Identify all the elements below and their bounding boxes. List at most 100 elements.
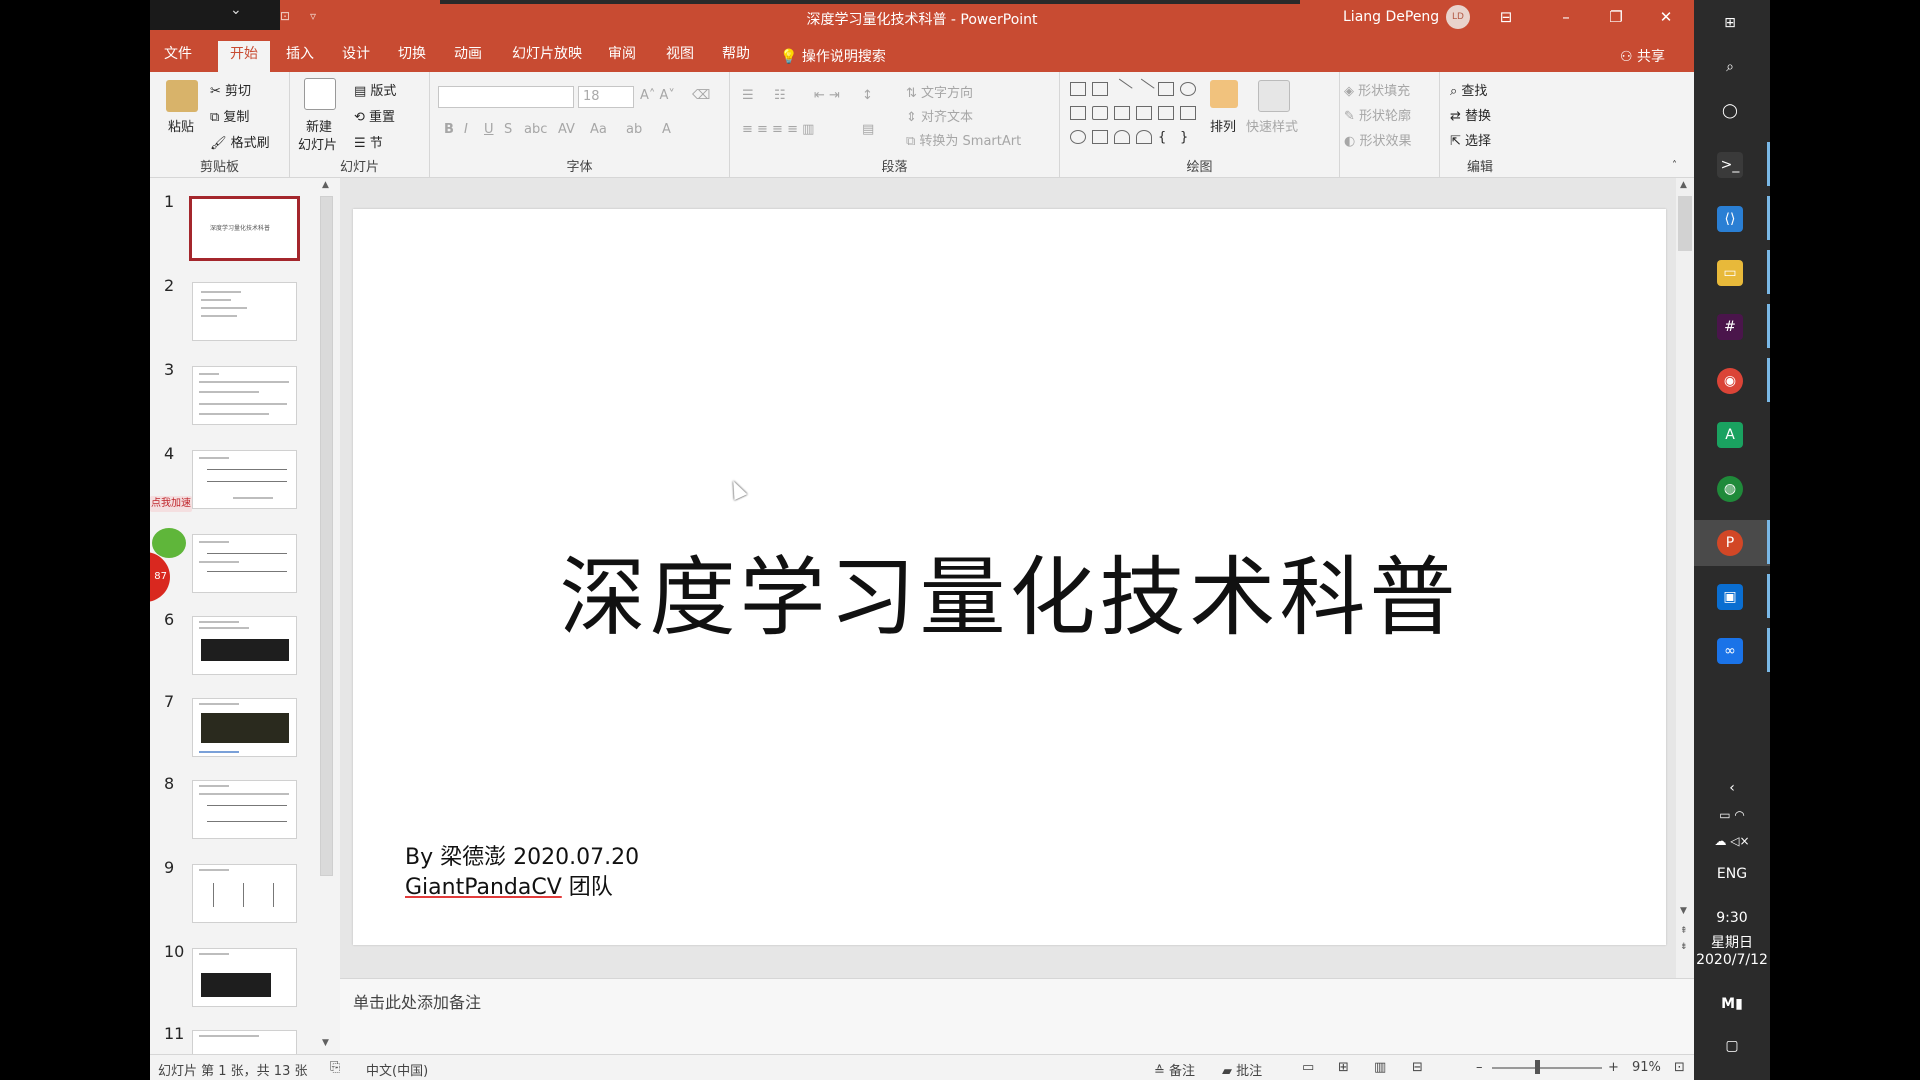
section-button[interactable]: ☰ 节 (354, 132, 383, 151)
baidu-netdisk-icon[interactable]: ∞ (1717, 638, 1743, 664)
tab-view[interactable]: 视图 (654, 41, 706, 72)
tab-home[interactable]: 开始 (218, 41, 270, 72)
zoom-slider[interactable] (1492, 1067, 1602, 1069)
share-button[interactable]: ⚇ 共享 (1620, 46, 1665, 66)
new-slide-dropdown[interactable]: 幻灯片 (298, 134, 337, 153)
ribbon-display-icon[interactable]: ⊟ (1486, 4, 1526, 30)
slide-team-line[interactable]: GiantPandaCV 团队 (405, 869, 613, 901)
avatar[interactable]: LD (1446, 5, 1470, 29)
quick-styles-icon[interactable] (1258, 80, 1290, 112)
thumbnail-slide-2[interactable] (192, 282, 297, 341)
language-indicator[interactable]: 中文(中国) (366, 1060, 428, 1079)
clear-format-icon[interactable]: ⌫ (692, 88, 710, 103)
app-icon[interactable]: ◍ (1717, 476, 1743, 502)
indent-icon[interactable]: ⇤ ⇥ (814, 88, 840, 103)
input-language[interactable]: ENG (1694, 866, 1770, 882)
underline-icon[interactable]: U (484, 122, 494, 137)
highlight-icon[interactable]: ab (626, 122, 642, 137)
zoom-level[interactable]: 91% (1632, 1060, 1661, 1075)
clock-time[interactable]: 9:30 (1694, 910, 1770, 926)
remote-desktop-icon[interactable]: ▣ (1717, 584, 1743, 610)
strikethrough-icon[interactable]: abc (524, 122, 547, 137)
paste-icon[interactable] (166, 80, 198, 112)
tab-transitions[interactable]: 切换 (386, 41, 438, 72)
thumbnail-slide-1[interactable]: 深度学习量化技术科普 (189, 196, 300, 261)
find-button[interactable]: ⌕ 查找 (1450, 80, 1487, 99)
network-icon[interactable]: ▭ ◠ (1694, 808, 1770, 822)
tab-help[interactable]: 帮助 (710, 41, 762, 72)
volume-mute-icon[interactable]: ☁ ◁× (1694, 834, 1770, 848)
smartart-button[interactable]: ⧉ 转换为 SmartArt (906, 130, 1021, 149)
promo-badge[interactable]: 点我加速 (150, 496, 192, 512)
zoom-slider-knob[interactable] (1535, 1060, 1540, 1074)
font-color-icon[interactable]: A (662, 122, 671, 137)
select-button[interactable]: ⇱ 选择 (1450, 130, 1491, 149)
bold-icon[interactable]: B (444, 122, 454, 137)
slide-title[interactable]: 深度学习量化技术科普 (353, 527, 1666, 652)
current-slide[interactable]: 深度学习量化技术科普 By 梁德澎 2020.07.20 GiantPandaC… (353, 209, 1666, 945)
line-spacing-icon[interactable]: ↕ (862, 88, 873, 103)
normal-view-icon[interactable]: ▭ (1302, 1060, 1314, 1075)
shape-fill-button[interactable]: ◈ 形状填充 (1344, 80, 1410, 99)
thumbnail-slide-9[interactable] (192, 864, 297, 923)
chrome-icon[interactable]: ◉ (1717, 368, 1743, 394)
chevron-down-icon[interactable]: ⌄ (230, 2, 242, 18)
powerpoint-icon[interactable]: P (1717, 530, 1743, 556)
windows-icon[interactable]: ⊞ (1717, 10, 1743, 36)
text-direction-button[interactable]: ⇅ 文字方向 (906, 82, 973, 101)
shape-effects-button[interactable]: ◐ 形状效果 (1344, 130, 1412, 149)
copy-button[interactable]: ⧉ 复制 (210, 106, 249, 125)
thumbnail-slide-3[interactable] (192, 366, 297, 425)
spell-check-icon[interactable]: ⎘ (330, 1060, 340, 1075)
cut-button[interactable]: ✂ 剪切 (210, 80, 251, 99)
thumbnail-slide-5[interactable] (192, 534, 297, 593)
tab-insert[interactable]: 插入 (274, 41, 326, 72)
thumbnail-slide-10[interactable] (192, 948, 297, 1007)
tell-me-search[interactable]: 💡 操作说明搜索 (780, 46, 886, 66)
italic-icon[interactable]: I (464, 122, 468, 137)
slide-scrollbar[interactable]: ▲ ▼ ⇞ ⇟ (1676, 178, 1694, 978)
markdown-app-icon[interactable]: M▮ (1694, 996, 1770, 1012)
restore-icon[interactable]: ❐ (1596, 4, 1636, 30)
shape-outline-button[interactable]: ✎ 形状轮廓 (1344, 105, 1411, 124)
grow-font-icon[interactable]: A˄ A˅ (640, 88, 675, 103)
arrange-icon[interactable] (1210, 80, 1238, 108)
new-slide-label[interactable]: 新建 (306, 116, 332, 135)
tab-review[interactable]: 审阅 (596, 41, 648, 72)
comments-toggle[interactable]: ▰ 批注 (1222, 1060, 1262, 1079)
layout-button[interactable]: ▤ 版式 (354, 80, 396, 99)
customize-qat-icon[interactable]: ▿ (310, 9, 316, 23)
reset-button[interactable]: ⟲ 重置 (354, 106, 395, 125)
search-icon[interactable]: ⌕ (1717, 54, 1743, 80)
slideshow-icon[interactable]: ⊟ (1412, 1060, 1423, 1075)
notes-toggle[interactable]: ≙ 备注 (1154, 1060, 1195, 1079)
file-explorer-icon[interactable]: ▭ (1717, 260, 1743, 286)
fit-slide-icon[interactable]: ⊡ (1674, 1060, 1685, 1075)
format-painter-button[interactable]: 🖌 格式刷 (210, 132, 270, 151)
align-icons[interactable]: ≡ ≡ ≡ ≡ ▥ (742, 122, 814, 137)
columns-icon[interactable]: ▤ (862, 122, 874, 137)
tab-file[interactable]: 文件 (152, 41, 204, 72)
collapse-ribbon-icon[interactable]: ˄ (1672, 160, 1677, 171)
notes-pane[interactable]: 单击此处添加备注 (340, 978, 1694, 1054)
tab-slideshow[interactable]: 幻灯片放映 (500, 41, 594, 72)
numbering-icon[interactable]: ☷ (774, 88, 786, 103)
thumbnail-slide-4[interactable] (192, 450, 297, 509)
slack-icon[interactable]: # (1717, 314, 1743, 340)
previous-slide-icon[interactable]: ⇞ (1680, 926, 1688, 936)
clock-weekday[interactable]: 星期日 (1694, 932, 1770, 952)
font-name-field[interactable] (438, 86, 574, 108)
cortana-icon[interactable]: ◯ (1717, 98, 1743, 124)
chevron-left-icon[interactable]: ‹ (1694, 780, 1770, 796)
quick-styles-button[interactable]: 快速样式 (1246, 116, 1298, 135)
tab-animations[interactable]: 动画 (442, 41, 494, 72)
thumbnail-slide-6[interactable] (192, 616, 297, 675)
pdf-icon[interactable]: A (1717, 422, 1743, 448)
minimize-icon[interactable]: – (1546, 4, 1586, 30)
terminal-icon[interactable]: >_ (1717, 152, 1743, 178)
font-size-field[interactable]: 18 (578, 86, 634, 108)
clock-date[interactable]: 2020/7/12 (1694, 952, 1770, 968)
replace-button[interactable]: ⇄ 替换 (1450, 105, 1491, 124)
char-spacing-icon[interactable]: AV (558, 122, 575, 137)
notes-placeholder[interactable]: 单击此处添加备注 (353, 989, 481, 1013)
